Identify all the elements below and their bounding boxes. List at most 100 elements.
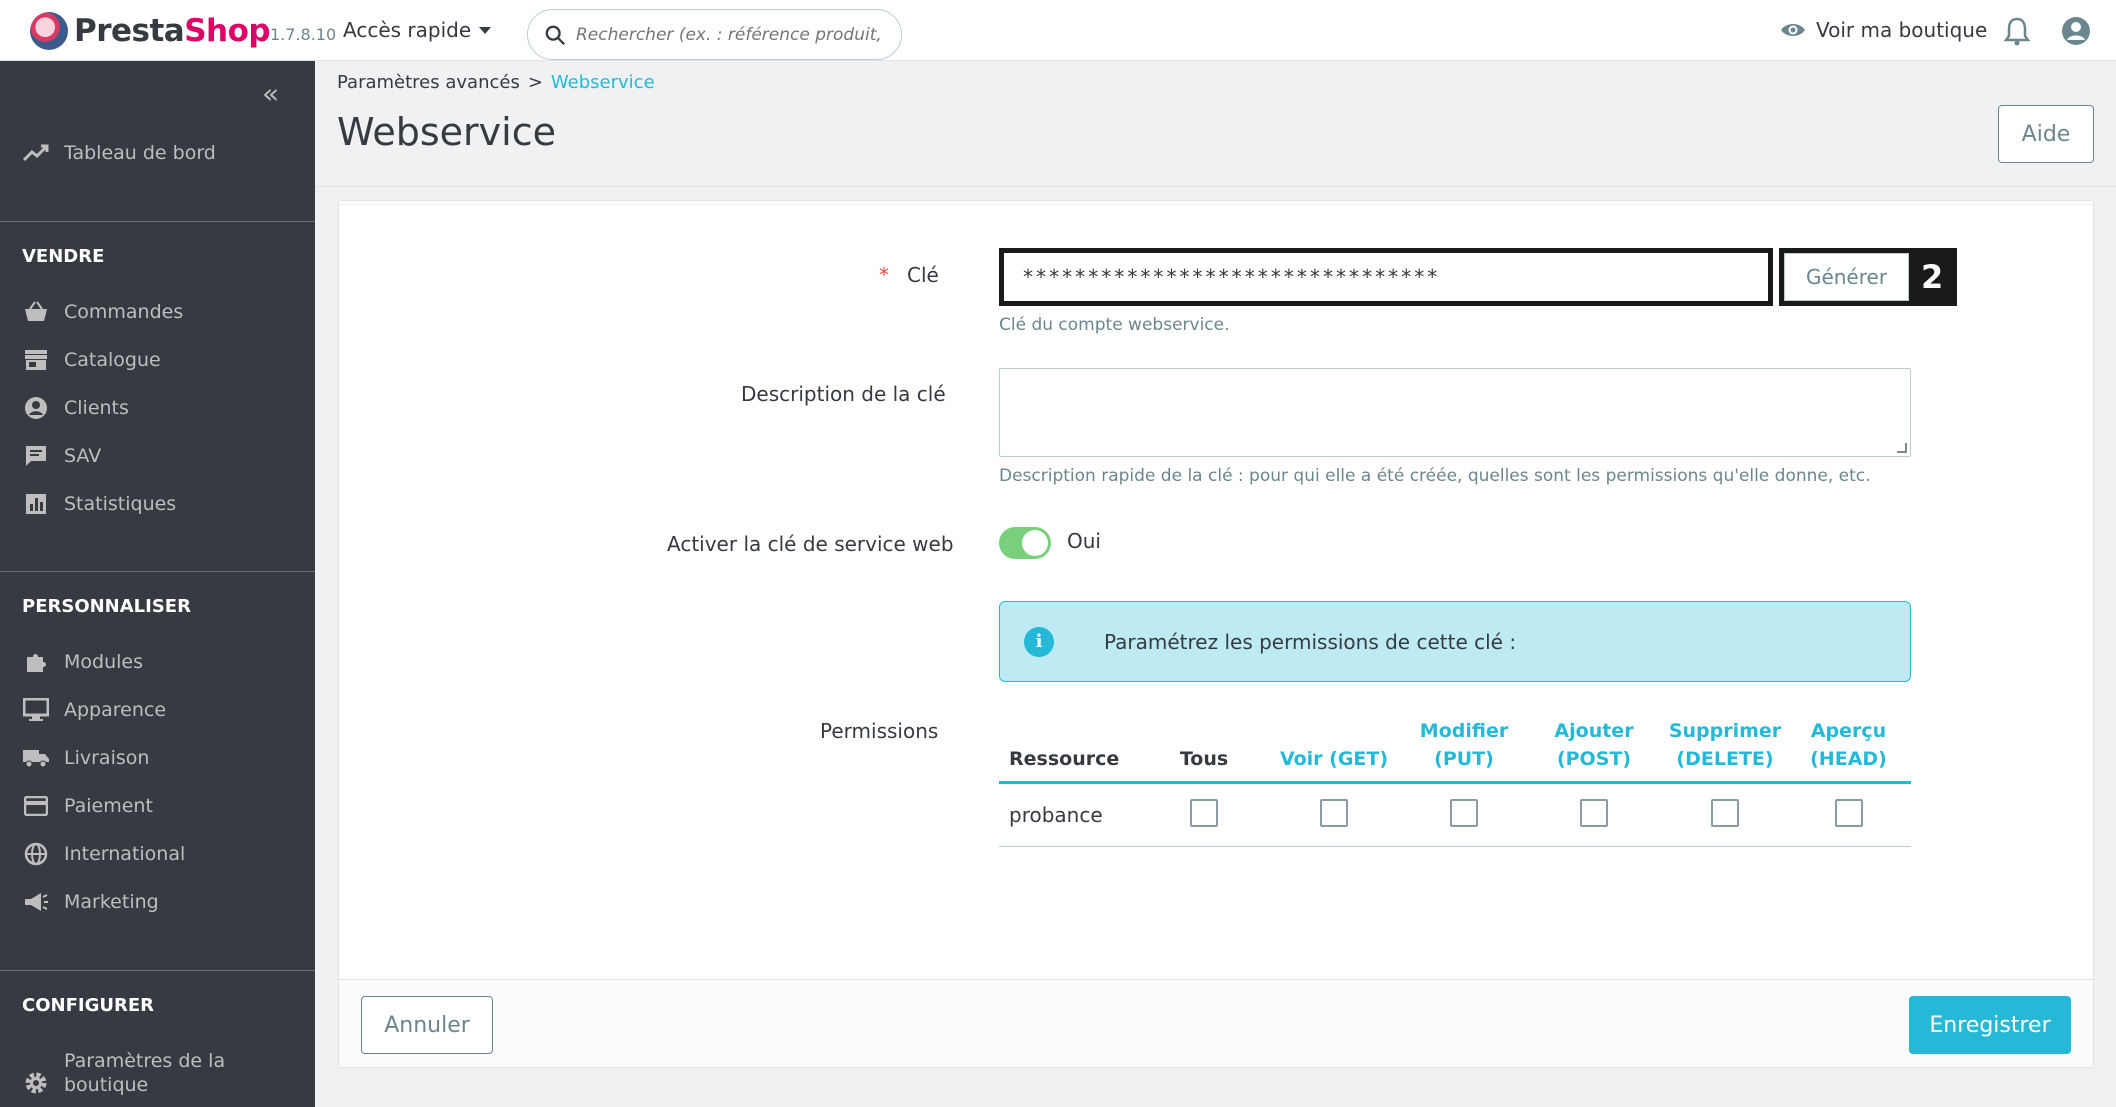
sidebar-item-orders[interactable]: Commandes bbox=[22, 298, 183, 326]
permissions-label: Permissions bbox=[820, 719, 939, 743]
breadcrumb-current[interactable]: Webservice bbox=[551, 72, 655, 93]
sidebar-item-label: Statistiques bbox=[64, 493, 177, 515]
sidebar-item-label: SAV bbox=[64, 445, 102, 467]
column-delete[interactable]: Supprimer (DELETE) bbox=[1664, 711, 1786, 784]
basket-icon bbox=[22, 298, 50, 326]
column-post[interactable]: Ajouter (POST) bbox=[1524, 711, 1664, 784]
sidebar-item-payment[interactable]: Paiement bbox=[22, 792, 153, 820]
collapse-sidebar-icon[interactable]: « bbox=[262, 77, 279, 110]
sidebar-item-marketing[interactable]: Marketing bbox=[22, 888, 159, 916]
resize-handle-icon[interactable] bbox=[1897, 443, 1907, 453]
table-row: probance bbox=[999, 782, 1911, 847]
generate-button[interactable]: Générer bbox=[1784, 253, 1909, 301]
sidebar-item-label: Modules bbox=[64, 651, 143, 673]
help-button[interactable]: Aide bbox=[1998, 105, 2094, 163]
card-header bbox=[339, 201, 2093, 205]
megaphone-icon bbox=[22, 888, 50, 916]
column-get[interactable]: Voir (GET) bbox=[1264, 711, 1404, 784]
description-label: Description de la clé bbox=[741, 382, 946, 406]
sidebar-item-international[interactable]: International bbox=[22, 840, 185, 868]
user-account-icon[interactable] bbox=[2061, 16, 2091, 46]
checkbox-put[interactable] bbox=[1450, 799, 1478, 827]
checkbox-delete[interactable] bbox=[1711, 799, 1739, 827]
card-footer: Annuler Enregistrer bbox=[339, 979, 2093, 1067]
quick-access-dropdown[interactable]: Accès rapide bbox=[343, 18, 492, 42]
puzzle-icon bbox=[22, 648, 50, 676]
sidebar-item-label: Catalogue bbox=[64, 349, 161, 371]
sidebar-item-appearance[interactable]: Apparence bbox=[22, 696, 166, 724]
sidebar-item-stats[interactable]: Statistiques bbox=[22, 490, 176, 518]
sidebar-item-label: Paramètres de la boutique bbox=[64, 1050, 226, 1096]
sidebar-item-catalog[interactable]: Catalogue bbox=[22, 346, 161, 374]
column-put[interactable]: Modifier (PUT) bbox=[1404, 711, 1524, 784]
cell-get bbox=[1264, 782, 1404, 847]
enable-key-toggle[interactable] bbox=[999, 527, 1051, 559]
desktop-icon bbox=[22, 696, 50, 724]
toggle-knob bbox=[1022, 530, 1048, 556]
key-help-text: Clé du compte webservice. bbox=[999, 315, 1230, 335]
checkbox-all[interactable] bbox=[1190, 799, 1218, 827]
sidebar-item-label: Paiement bbox=[64, 795, 153, 817]
gear-icon bbox=[22, 1069, 50, 1097]
checkbox-head[interactable] bbox=[1834, 799, 1863, 827]
prestashop-logo[interactable]: PrestaShop bbox=[30, 12, 271, 50]
sidebar-item-label: Apparence bbox=[64, 699, 167, 721]
checkbox-post[interactable] bbox=[1580, 799, 1608, 827]
view-shop-label: Voir ma boutique bbox=[1816, 18, 1988, 42]
cell-delete bbox=[1664, 782, 1786, 847]
section-configure: CONFIGURER bbox=[22, 995, 154, 1016]
cell-post bbox=[1524, 782, 1664, 847]
caret-down-icon bbox=[479, 26, 492, 34]
divider bbox=[315, 186, 2116, 187]
truck-icon bbox=[22, 744, 50, 772]
search-icon bbox=[545, 25, 565, 45]
view-shop-link[interactable]: Voir ma boutique bbox=[1780, 18, 1987, 42]
credit-card-icon bbox=[22, 792, 50, 820]
key-input[interactable]: ******************************** bbox=[999, 248, 1773, 306]
breadcrumb: Paramètres avancés > Webservice bbox=[337, 72, 655, 93]
sidebar-item-modules[interactable]: Modules bbox=[22, 648, 143, 676]
search-input[interactable] bbox=[576, 24, 886, 45]
table-header-row: Ressource Tous Voir (GET) Modifier (PUT) … bbox=[999, 711, 1911, 784]
column-head[interactable]: Aperçu (HEAD) bbox=[1786, 711, 1911, 784]
logo-text: PrestaShop bbox=[74, 13, 271, 49]
enable-key-value: Oui bbox=[1067, 529, 1101, 553]
sidebar-item-label: Livraison bbox=[64, 747, 150, 769]
sidebar-item-customers[interactable]: Clients bbox=[22, 394, 129, 422]
alert-message: Paramétrez les permissions de cette clé … bbox=[1104, 629, 1517, 654]
section-sell: VENDRE bbox=[22, 246, 105, 267]
globe-icon bbox=[22, 840, 50, 868]
chat-icon bbox=[22, 442, 50, 470]
search-box[interactable] bbox=[527, 9, 902, 60]
generate-highlight: Générer 2 bbox=[1779, 248, 1957, 306]
section-customize: PERSONNALISER bbox=[22, 596, 191, 617]
sidebar-item-label: Tableau de bord bbox=[64, 142, 216, 164]
account-circle-icon bbox=[22, 394, 50, 422]
required-marker: * bbox=[879, 263, 889, 287]
step-marker: 2 bbox=[1921, 258, 1944, 296]
breadcrumb-separator: > bbox=[527, 72, 543, 93]
sidebar: « Tableau de bord VENDRE Commandes Catal… bbox=[0, 61, 315, 1107]
breadcrumb-parent[interactable]: Paramètres avancés bbox=[337, 72, 520, 93]
sidebar-item-shipping[interactable]: Livraison bbox=[22, 744, 149, 772]
sidebar-item-shop-parameters[interactable]: Paramètres de la boutique bbox=[22, 1049, 225, 1097]
divider bbox=[0, 571, 315, 572]
notification-bell-icon[interactable] bbox=[2004, 16, 2030, 46]
column-all[interactable]: Tous bbox=[1144, 711, 1264, 784]
store-icon bbox=[22, 346, 50, 374]
description-textarea[interactable] bbox=[999, 368, 1911, 457]
sidebar-item-dashboard[interactable]: Tableau de bord bbox=[22, 139, 216, 167]
permissions-table: Ressource Tous Voir (GET) Modifier (PUT) … bbox=[999, 711, 1911, 847]
sidebar-item-label: Clients bbox=[64, 397, 129, 419]
sidebar-item-label: Marketing bbox=[64, 891, 159, 913]
top-header: PrestaShop 1.7.8.10 Accès rapide Voir ma… bbox=[0, 0, 2116, 61]
page-title: Webservice bbox=[337, 110, 556, 154]
cancel-button[interactable]: Annuler bbox=[361, 996, 493, 1054]
sidebar-item-sav[interactable]: SAV bbox=[22, 442, 101, 470]
checkbox-get[interactable] bbox=[1320, 799, 1348, 827]
cell-head bbox=[1786, 782, 1911, 847]
key-label: * Clé bbox=[879, 263, 939, 287]
resource-name: probance bbox=[999, 782, 1144, 847]
save-button[interactable]: Enregistrer bbox=[1909, 996, 2071, 1054]
trending-up-icon bbox=[22, 139, 50, 167]
